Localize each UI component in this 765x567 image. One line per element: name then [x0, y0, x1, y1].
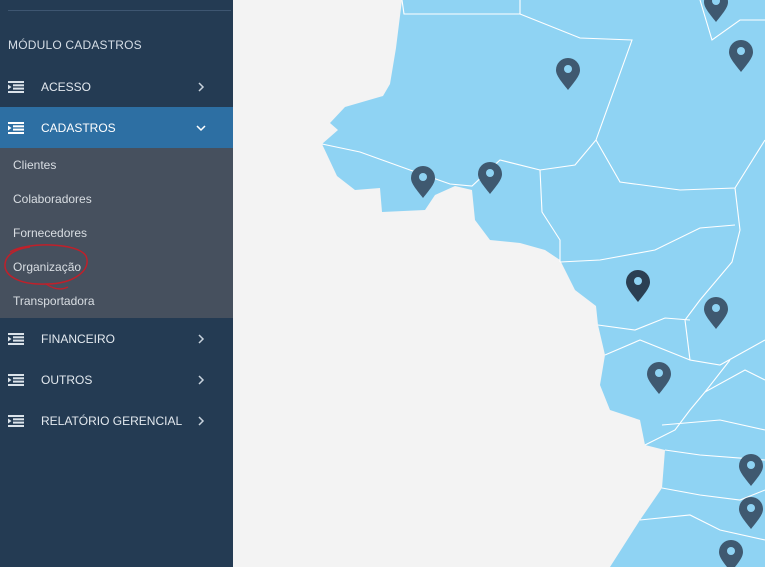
chevron-right-icon: [198, 81, 205, 92]
chevron-right-icon: [198, 374, 205, 385]
brazil-map[interactable]: [233, 0, 765, 567]
module-title: MÓDULO CADASTROS: [8, 38, 142, 52]
chevron-down-icon: [196, 124, 206, 131]
submenu-cadastros: Clientes Colaboradores Fornecedores Orga…: [0, 148, 233, 318]
chevron-right-icon: [198, 415, 205, 426]
list-indent-icon: [8, 414, 24, 427]
menu-item-acesso[interactable]: ACESSO: [0, 66, 233, 107]
menu-item-relatorio-gerencial[interactable]: RELATÓRIO GERENCIAL: [0, 400, 233, 441]
chevron-right-icon: [198, 333, 205, 344]
submenu-item-fornecedores[interactable]: Fornecedores: [13, 226, 87, 240]
divider: [8, 10, 231, 11]
submenu-item-clientes[interactable]: Clientes: [13, 158, 56, 172]
list-indent-icon: [8, 373, 24, 386]
submenu-item-colaboradores[interactable]: Colaboradores: [13, 192, 92, 206]
sidebar: MÓDULO CADASTROS ACESSO CADASTROS Client…: [0, 0, 233, 567]
submenu-item-transportadora[interactable]: Transportadora: [13, 294, 95, 308]
map-panel[interactable]: [233, 0, 765, 567]
menu-label: FINANCEIRO: [41, 331, 116, 346]
menu-item-outros[interactable]: OUTROS: [0, 359, 233, 400]
menu-label: ACESSO: [41, 79, 92, 94]
red-circle-annotation: [4, 244, 88, 290]
menu-label: CADASTROS: [41, 120, 116, 135]
list-indent-icon: [8, 332, 24, 345]
list-indent-icon: [8, 80, 24, 93]
menu-label: RELATÓRIO GERENCIAL: [41, 413, 183, 428]
menu-item-cadastros[interactable]: CADASTROS: [0, 107, 233, 148]
menu-label: OUTROS: [41, 372, 93, 387]
list-indent-icon: [8, 121, 24, 134]
menu-item-financeiro[interactable]: FINANCEIRO: [0, 318, 233, 359]
